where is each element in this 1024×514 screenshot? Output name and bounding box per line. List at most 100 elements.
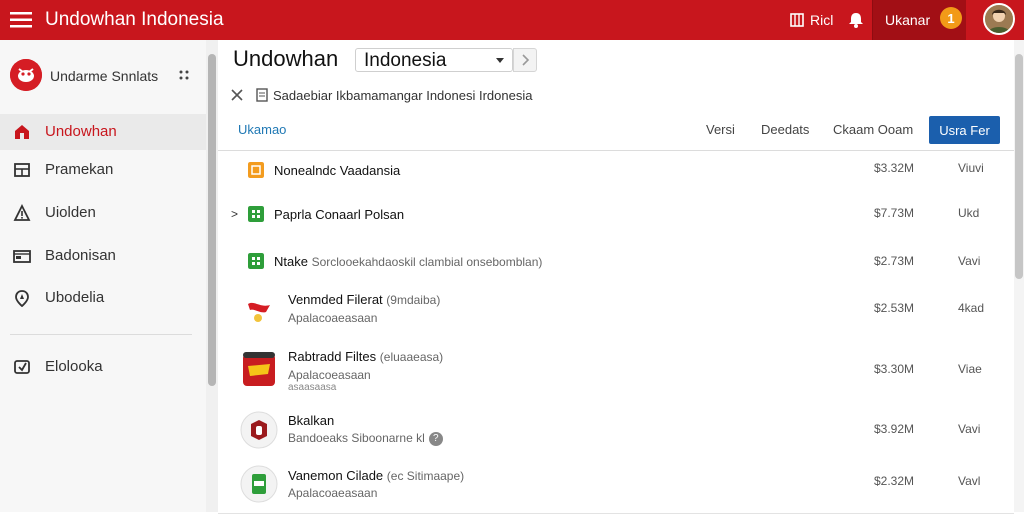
item-description: Apalacoeasaan [288, 368, 371, 382]
item-price: $3.32M [874, 161, 915, 175]
item-description-extra: asaasaasa [288, 382, 337, 393]
app-title: Undowhan Indonesia [45, 9, 224, 30]
sidebar-item-label: Ubodelia [45, 289, 105, 306]
sidebar-item-billing[interactable]: Badonisan [0, 238, 206, 274]
notification-badge[interactable]: 1 [940, 7, 962, 29]
green-cup-icon [240, 465, 278, 503]
top-nav-item-label: Ricl [810, 12, 834, 28]
item-subtitle: (ec Sitimaape) [386, 469, 465, 483]
item-name: Nonealndc Vaadansia [274, 163, 401, 178]
item-action[interactable]: Vavi [958, 422, 980, 436]
card-icon [13, 250, 31, 263]
green-square-icon [248, 253, 264, 269]
sidebar-item-location[interactable]: Ubodelia [0, 280, 206, 316]
sidebar-item-export[interactable]: Elolooka [0, 349, 206, 385]
close-icon[interactable] [230, 88, 244, 102]
brand-mascot-icon [10, 59, 42, 91]
brand-name: Undarme Snnlats [50, 68, 159, 84]
item-subtitle: (9mdaiba) [386, 293, 441, 307]
item-title: Rabtradd Filtes [288, 349, 377, 364]
list-item[interactable]: Ntake Sorclooekahdaoskil clambial onsebo… [218, 240, 1014, 282]
breadcrumb: Sadaebiar Ikbamamangar Indonesi Irdonesi… [273, 88, 533, 103]
grid-icon [790, 13, 804, 27]
country-select[interactable]: Indonesia [355, 48, 513, 72]
item-subtitle: Sorclooekahdaoskil clambial onsebomblan) [311, 255, 543, 269]
document-icon [256, 88, 268, 102]
list-item[interactable]: > Paprla Conaarl Polsan $7.73M Ukd [218, 189, 1014, 241]
top-nav-item[interactable]: Ricl [790, 10, 833, 30]
sidebar [0, 40, 207, 512]
primary-action-button[interactable]: Usra Fer [929, 116, 1000, 144]
item-description: Apalacoaeasaan [288, 311, 378, 325]
item-description: Bandoeaks Siboonarne kl? [288, 431, 443, 446]
ribbon-logo-icon [240, 292, 278, 330]
hexagon-logo-icon [240, 411, 278, 449]
select-next-button[interactable] [513, 48, 537, 72]
toolbar-button-details[interactable]: Deedats [761, 122, 809, 137]
item-action[interactable]: 4kad [958, 301, 984, 315]
top-bar: Undowhan Indonesia Ricl Ukanar 1 [0, 0, 1024, 40]
item-title: Ntake [274, 254, 308, 269]
sidebar-item-home[interactable]: Undowhan [0, 114, 206, 150]
item-price: $3.92M [874, 422, 915, 436]
item-price: $2.32M [874, 474, 915, 488]
notification-bell-icon[interactable] [846, 10, 866, 30]
item-price: $2.73M [874, 254, 915, 268]
avatar[interactable] [983, 3, 1015, 35]
item-price: $7.73M [874, 206, 915, 220]
sidebar-item-label: Pramekan [45, 161, 114, 178]
list-item[interactable]: Nonealndc Vaadansia $3.32M Viuvi [218, 151, 1014, 190]
sidebar-item-alerts[interactable]: Uiolden [0, 195, 206, 231]
page-title: Undowhan [233, 46, 339, 71]
toolbar-button-version[interactable]: Versi [706, 122, 735, 137]
expand-chevron-icon[interactable]: > [231, 207, 239, 221]
red-can-icon [243, 352, 275, 386]
sidebar-item-label: Badonisan [45, 247, 116, 264]
warning-icon [13, 204, 31, 221]
item-name: Ntake Sorclooekahdaoskil clambial onsebo… [274, 254, 542, 269]
info-icon[interactable]: ? [428, 431, 443, 446]
filter-link[interactable]: Ukamao [238, 122, 286, 137]
sidebar-item-label: Undowhan [45, 123, 117, 140]
list-item[interactable]: Bkalkan Bandoeaks Siboonarne kl? $3.92M … [218, 405, 1014, 458]
item-action[interactable]: Viuvi [958, 161, 984, 175]
home-icon [15, 125, 29, 139]
country-select-value: Indonesia [364, 50, 447, 71]
main-scrollbar-thumb[interactable] [1015, 54, 1023, 279]
user-menu-label: Ukanar [885, 12, 931, 28]
main-scrollbar[interactable] [1014, 40, 1024, 512]
orange-square-icon [248, 162, 264, 178]
item-title: Venmded Filerat [288, 292, 383, 307]
chevron-down-icon [496, 58, 504, 63]
product-list: Nonealndc Vaadansia $3.32M Viuvi > Paprl… [218, 150, 1014, 514]
item-price: $2.53M [874, 301, 915, 315]
item-action[interactable]: Viae [958, 362, 982, 376]
green-square-icon [248, 206, 264, 222]
item-action[interactable]: Vavl [958, 474, 980, 488]
hamburger-menu-icon[interactable] [10, 11, 32, 29]
sidebar-item-products[interactable]: Pramekan [0, 152, 206, 188]
sidebar-scrollbar-thumb[interactable] [208, 54, 216, 386]
list-item[interactable]: Venmded Filerat (9mdaiba) Apalacoaeasaan… [218, 281, 1014, 342]
item-description: Apalacoaeasaan [288, 486, 378, 500]
item-price: $3.30M [874, 362, 915, 376]
list-item[interactable]: Vanemon Cilade (ec Sitimaape) Apalacoaea… [218, 457, 1014, 514]
sidebar-divider [10, 334, 192, 335]
sidebar-item-label: Uiolden [45, 204, 96, 221]
item-action[interactable]: Vavi [958, 254, 980, 268]
item-name: Vanemon Cilade (ec Sitimaape) [288, 468, 464, 483]
grid-icon [14, 163, 30, 177]
item-name: Paprla Conaarl Polsan [274, 207, 405, 222]
sidebar-item-label: Elolooka [45, 358, 103, 375]
item-action[interactable]: Ukd [958, 206, 979, 220]
list-item[interactable]: Rabtradd Filtes (eluaaeasa) Apalacoeasaa… [218, 341, 1014, 406]
item-subtitle: (eluaaeasa) [379, 350, 444, 364]
more-dots-icon[interactable] [178, 68, 190, 82]
item-description-text: Bandoeaks Siboonarne kl [288, 431, 425, 445]
toolbar-button-clean[interactable]: Ckaam Ooam [833, 122, 913, 137]
export-icon [14, 360, 30, 374]
item-name: Bkalkan [288, 413, 335, 428]
location-icon [15, 290, 29, 307]
chevron-right-icon [522, 54, 530, 66]
sidebar-scrollbar[interactable] [206, 40, 218, 512]
